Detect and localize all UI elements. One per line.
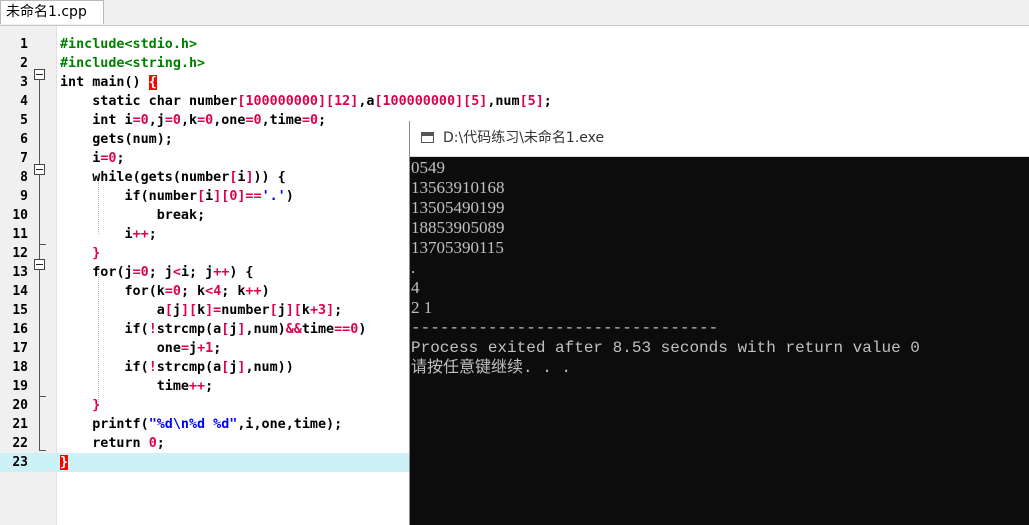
line-number: 16 [12, 322, 28, 337]
file-tab[interactable]: 未命名1.cpp [0, 0, 104, 24]
console-output-line: 请按任意键继续. . . [411, 359, 572, 377]
line-number: 5 [20, 113, 28, 128]
line-number: 21 [12, 417, 28, 432]
code-text: printf("%d\n%d %d",i,one,time); [60, 417, 343, 432]
line-number: 14 [12, 284, 28, 299]
console-window[interactable]: D:\代码练习\未命名1.exe 0549 13563910168 13505490… [409, 121, 1029, 525]
console-output: 0549 13563910168 13505490199 18853905089 137… [410, 157, 1029, 525]
console-app-icon [421, 132, 434, 143]
console-output-line: -------------------------------- [411, 319, 719, 337]
code-text: if(number[i][0]=='.') [124, 189, 294, 204]
console-output-line: . [411, 258, 416, 277]
console-title-bar[interactable]: D:\代码练习\未命名1.exe [410, 121, 1029, 157]
console-output-line: 13705390115 [411, 238, 504, 257]
line-number: 13 [12, 265, 28, 280]
code-text: #include<stdio.h> [60, 37, 198, 52]
code-line[interactable]: 1 #include<stdio.h> [0, 35, 1029, 54]
code-line[interactable]: 3 int main() { [0, 73, 1029, 92]
line-number: 8 [20, 170, 28, 185]
code-text: while(gets(number[i])) { [92, 170, 286, 185]
console-output-line: 0549 [411, 158, 445, 177]
code-text: break; [156, 208, 206, 223]
code-line[interactable]: 4 static char number[100000000][12],a[10… [0, 92, 1029, 111]
line-number: 4 [20, 94, 28, 109]
code-text: int main() { [60, 75, 157, 90]
code-text: i++; [60, 227, 157, 242]
code-text: #include<string.h> [60, 56, 206, 71]
console-title: D:\代码练习\未命名1.exe [443, 130, 605, 146]
console-output-line: 13563910168 [411, 178, 505, 197]
line-number: 20 [12, 398, 28, 413]
line-number: 12 [12, 246, 28, 261]
line-number: 3 [20, 75, 28, 90]
code-text: int i=0,j=0,k=0,one=0,time=0; [92, 113, 327, 128]
line-number: 23 [12, 455, 28, 470]
code-text: static char number[100000000][12],a[1000… [92, 94, 552, 109]
console-output-line: Process exited after 8.53 seconds with r… [411, 339, 920, 357]
line-number: 22 [12, 436, 28, 451]
line-number: 10 [12, 208, 28, 223]
line-number: 17 [12, 341, 28, 356]
console-output-line: 2 1 [411, 298, 433, 317]
editor-tab-bar: 未命名1.cpp [0, 0, 1029, 26]
line-number: 2 [20, 56, 28, 71]
code-text: if(!strcmp(a[j],num)&&time==0) [124, 322, 367, 337]
code-text: one=j+1; [60, 341, 222, 356]
code-text: for(j=0; j<i; j++) { [92, 265, 254, 280]
code-text: a[j][k]=number[j][k+3]; [60, 303, 343, 318]
line-number: 6 [20, 132, 28, 147]
code-text: return 0; [92, 436, 165, 451]
line-number: 18 [12, 360, 28, 375]
code-text: } [92, 246, 101, 261]
code-line[interactable]: 2 #include<string.h> [0, 54, 1029, 73]
console-output-line: 4 [411, 278, 420, 297]
line-number: 15 [12, 303, 28, 318]
line-number: 1 [20, 37, 28, 52]
line-number: 7 [20, 151, 28, 166]
code-text: for(k=0; k<4; k++) [124, 284, 270, 299]
line-number: 19 [12, 379, 28, 394]
code-text: i=0; [60, 151, 125, 166]
line-number: 11 [12, 227, 28, 242]
code-text: } [92, 398, 101, 413]
code-text: time++; [60, 379, 214, 394]
code-text: gets(num); [60, 132, 173, 147]
console-output-line: 18853905089 [411, 218, 505, 237]
code-text: if(!strcmp(a[j],num)) [124, 360, 294, 375]
console-output-line: 13505490199 [411, 198, 505, 217]
code-text: } [60, 455, 69, 470]
line-number: 9 [20, 189, 28, 204]
